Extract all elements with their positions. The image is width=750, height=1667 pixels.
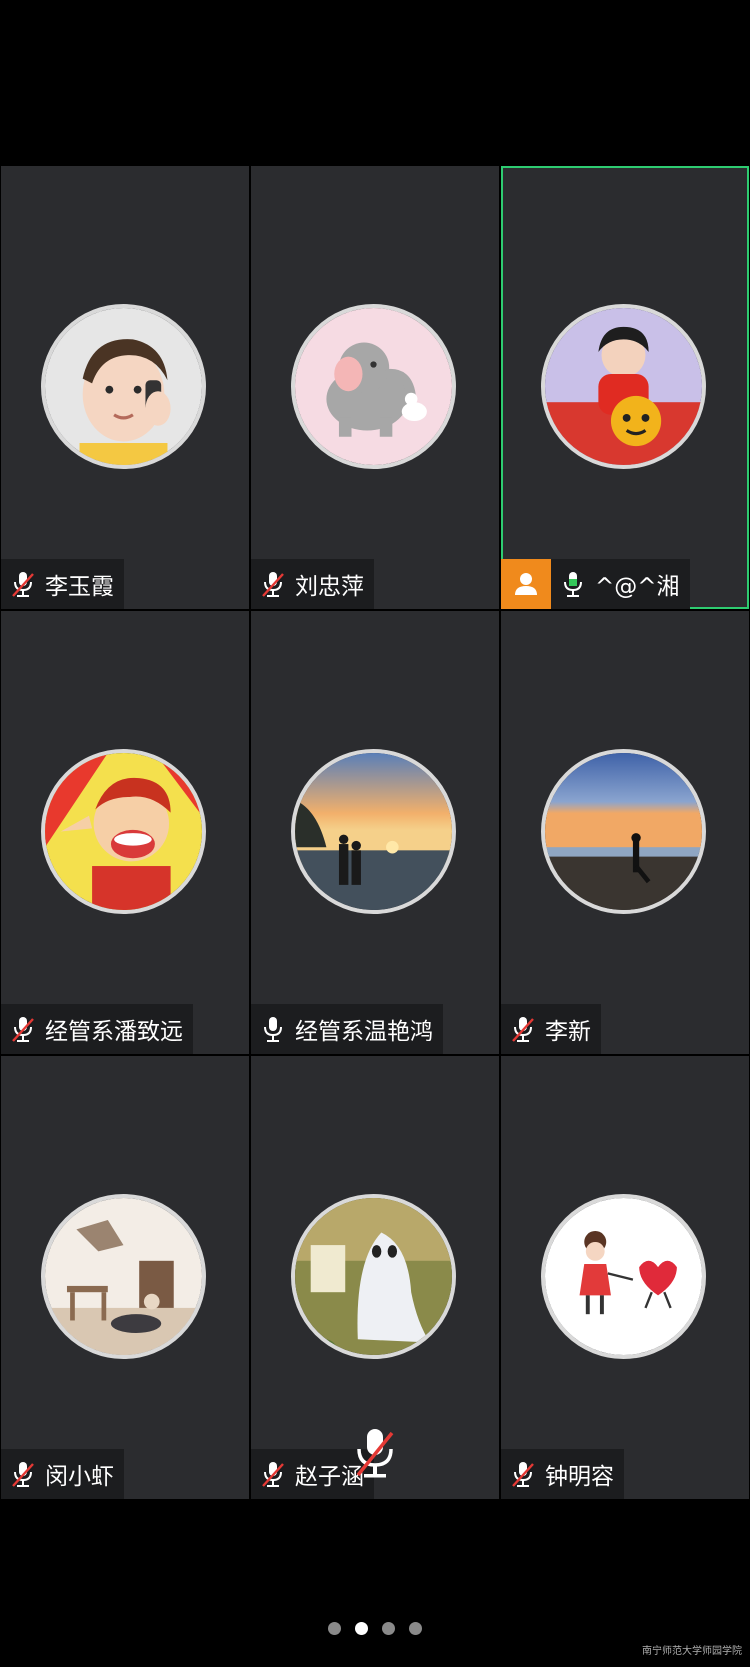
participant-label: 闵小虾 bbox=[1, 1449, 124, 1499]
host-person-icon bbox=[501, 559, 551, 609]
participant-tile[interactable]: 经管系温艳鸿 bbox=[251, 611, 499, 1054]
participant-avatar bbox=[541, 1194, 706, 1359]
page-dot[interactable] bbox=[328, 1622, 341, 1635]
participant-label: 经管系潘致远 bbox=[1, 1004, 193, 1054]
participant-name: 闵小虾 bbox=[45, 1464, 114, 1490]
page-dot[interactable] bbox=[409, 1622, 422, 1635]
mic-muted-icon bbox=[1, 1004, 45, 1054]
participant-tile[interactable]: 经管系潘致远 bbox=[1, 611, 249, 1054]
participant-tile[interactable]: 李新 bbox=[501, 611, 749, 1054]
page-dot[interactable] bbox=[382, 1622, 395, 1635]
mic-muted-icon bbox=[501, 1449, 545, 1499]
participant-tile[interactable]: 刘忠萍 bbox=[251, 166, 499, 609]
participant-avatar bbox=[41, 749, 206, 914]
participant-tile[interactable]: 闵小虾 bbox=[1, 1056, 249, 1499]
avatar-cozy-room-image bbox=[45, 1198, 202, 1355]
participant-name: ^@^湘 bbox=[595, 574, 680, 600]
page-dot-current[interactable] bbox=[355, 1622, 368, 1635]
participant-avatar bbox=[291, 749, 456, 914]
participant-label: ^@^湘 bbox=[501, 559, 690, 609]
participant-avatar bbox=[291, 304, 456, 469]
mic-muted-icon bbox=[1, 559, 45, 609]
watermark-text: 南宁师范大学师园学院 bbox=[642, 1646, 742, 1657]
mic-muted-icon bbox=[1, 1449, 45, 1499]
meeting-gallery-view: 李玉霞 刘忠萍 ^@^湘 经管系潘致远 经管系温艳鸿 李新 闵小虾 赵子涵 钟明… bbox=[0, 0, 750, 1667]
page-indicator[interactable] bbox=[0, 1622, 750, 1635]
participant-tile-active-speaker[interactable]: ^@^湘 bbox=[501, 166, 749, 609]
avatar-elephant-cartoon-image bbox=[295, 308, 452, 465]
participant-avatar bbox=[41, 304, 206, 469]
participant-name: 李玉霞 bbox=[45, 574, 114, 600]
participant-label: 刘忠萍 bbox=[251, 559, 374, 609]
self-mic-muted-icon[interactable] bbox=[350, 1425, 400, 1481]
avatar-cartoon-basketball-boy-image bbox=[45, 753, 202, 910]
participant-name: 经管系潘致远 bbox=[45, 1019, 183, 1045]
mic-speaking-icon bbox=[551, 559, 595, 609]
participant-grid: 李玉霞 刘忠萍 ^@^湘 经管系潘致远 经管系温艳鸿 李新 闵小虾 赵子涵 钟明… bbox=[0, 166, 750, 1500]
participant-name: 钟明容 bbox=[545, 1464, 614, 1490]
participant-avatar bbox=[541, 749, 706, 914]
participant-avatar bbox=[291, 1194, 456, 1359]
participant-label: 钟明容 bbox=[501, 1449, 624, 1499]
participant-name: 李新 bbox=[545, 1019, 591, 1045]
avatar-ghost-costume-image bbox=[295, 1198, 452, 1355]
participant-tile[interactable]: 钟明容 bbox=[501, 1056, 749, 1499]
avatar-girl-tiger-toy-image bbox=[545, 308, 702, 465]
participant-avatar bbox=[541, 304, 706, 469]
participant-tile[interactable]: 李玉霞 bbox=[1, 166, 249, 609]
avatar-toddler-phone-image bbox=[45, 308, 202, 465]
participant-name: 经管系温艳鸿 bbox=[295, 1019, 433, 1045]
participant-label: 李新 bbox=[501, 1004, 601, 1054]
avatar-girl-with-heart-image bbox=[545, 1198, 702, 1355]
mic-muted-icon bbox=[251, 559, 295, 609]
participant-label: 李玉霞 bbox=[1, 559, 124, 609]
participant-label: 经管系温艳鸿 bbox=[251, 1004, 443, 1054]
participant-avatar bbox=[41, 1194, 206, 1359]
mic-muted-icon bbox=[501, 1004, 545, 1054]
avatar-sunset-couple-image bbox=[295, 753, 452, 910]
mic-on-icon bbox=[251, 1004, 295, 1054]
avatar-beach-dusk-image bbox=[545, 753, 702, 910]
participant-name: 刘忠萍 bbox=[295, 574, 364, 600]
mic-muted-icon bbox=[251, 1449, 295, 1499]
